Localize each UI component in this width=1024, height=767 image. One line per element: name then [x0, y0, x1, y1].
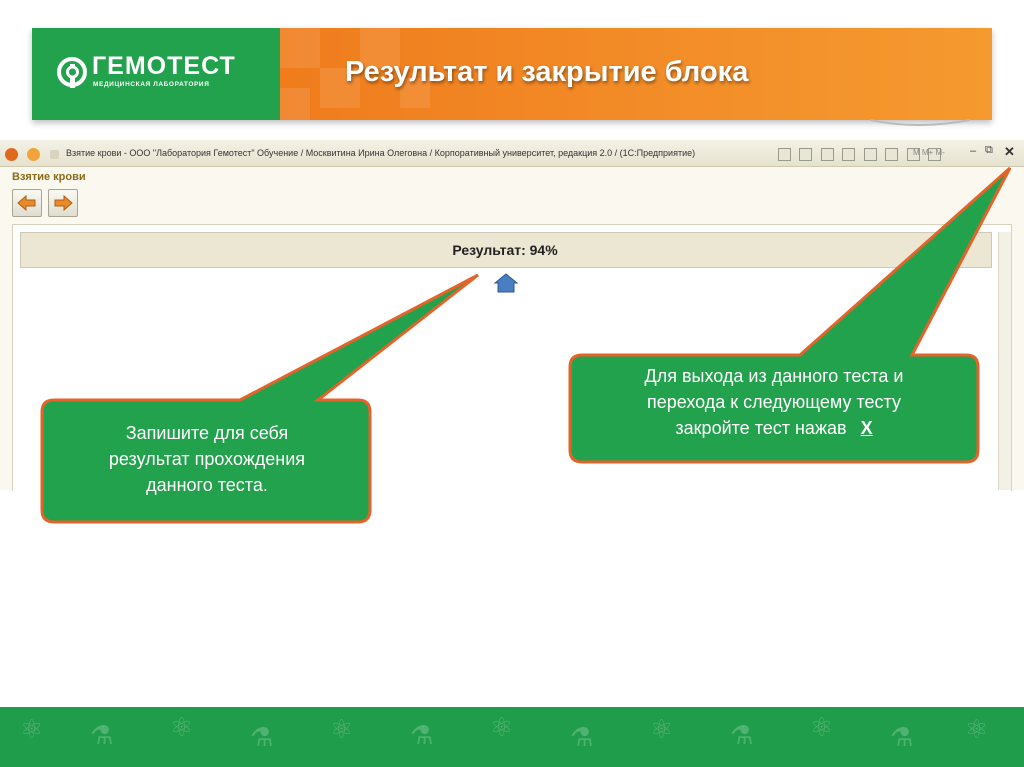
right-callout-line: перехода к следующему тесту — [646, 392, 901, 412]
flask-icon: ⚗ — [410, 721, 434, 751]
left-callout: Запишите для себя результат прохождения … — [44, 420, 370, 498]
flask-icon: ⚗ — [890, 723, 914, 753]
molecule-icon: ⚛ — [810, 713, 834, 743]
right-callout-line-text: закройте тест нажав — [675, 418, 847, 438]
molecule-icon: ⚛ — [650, 715, 674, 745]
right-callout-line: Для выхода из данного теста и — [644, 366, 904, 386]
molecule-icon: ⚛ — [490, 713, 514, 743]
close-hint: X — [860, 418, 873, 438]
molecule-icon: ⚛ — [965, 715, 989, 745]
flask-icon: ⚗ — [730, 721, 754, 751]
footer-band: ⚛ ⚗ ⚛ ⚗ ⚛ ⚗ ⚛ ⚗ ⚛ ⚗ ⚛ ⚗ ⚛ — [0, 707, 1024, 767]
left-callout-line: данного теста. — [146, 475, 268, 495]
right-callout-line: закройте тест нажав X — [570, 415, 978, 441]
flask-icon: ⚗ — [570, 723, 594, 753]
flask-icon: ⚗ — [250, 723, 274, 753]
right-callout: Для выхода из данного теста и перехода к… — [570, 363, 978, 441]
left-callout-line: результат прохождения — [108, 449, 306, 469]
left-callout-line: Запишите для себя — [125, 423, 289, 443]
molecule-icon: ⚛ — [330, 715, 354, 745]
molecule-icon: ⚛ — [20, 715, 44, 745]
molecule-icon: ⚛ — [170, 713, 194, 743]
flask-icon: ⚗ — [90, 721, 114, 751]
